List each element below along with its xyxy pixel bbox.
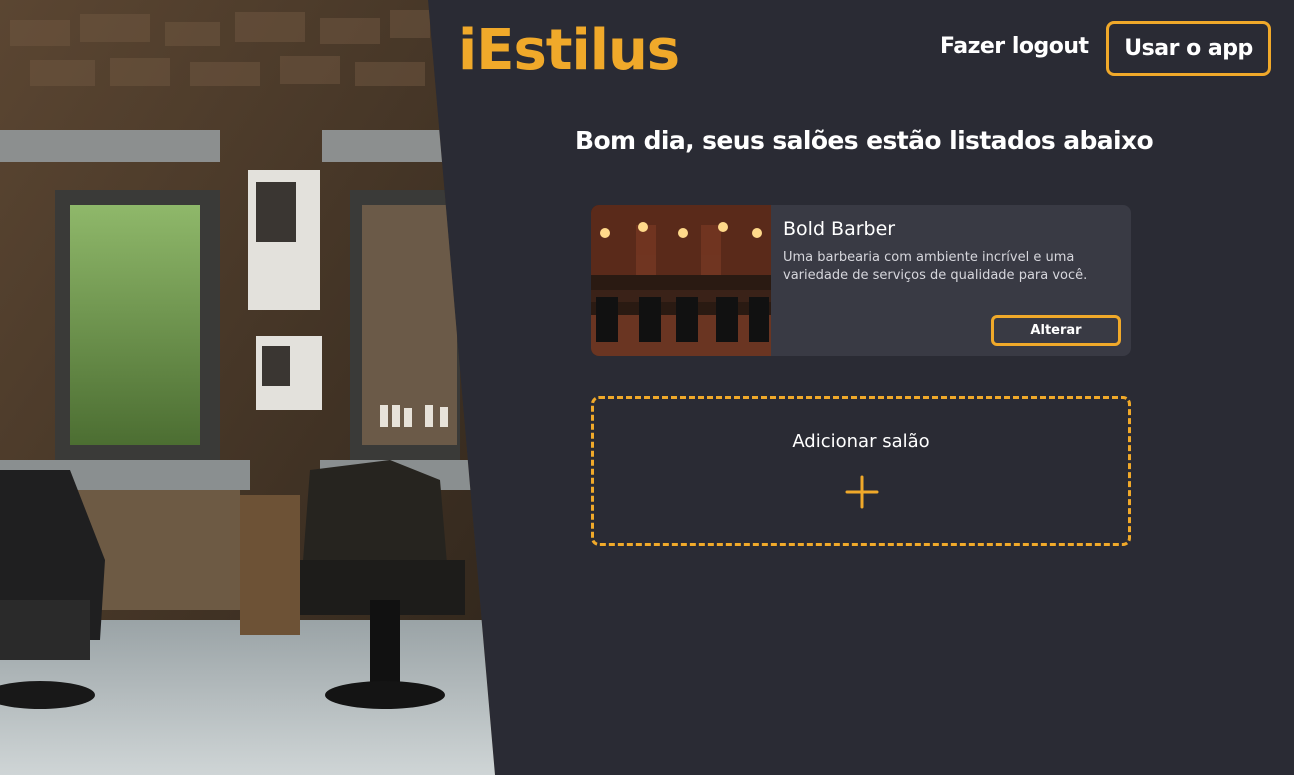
brand-logo[interactable]: iEstilus	[458, 18, 680, 83]
salon-description: Uma barbearia com ambiente incrível e um…	[783, 250, 1088, 283]
edit-salon-button[interactable]: Alterar	[991, 315, 1121, 346]
add-salon-button[interactable]: Adicionar salão	[591, 396, 1131, 546]
page-greeting: Bom dia, seus salões estão listados abai…	[575, 126, 1154, 155]
logout-link[interactable]: Fazer logout	[940, 34, 1089, 59]
plus-icon	[845, 475, 879, 509]
salon-name: Bold Barber	[783, 218, 896, 240]
hero-barbershop-image	[0, 0, 495, 775]
salon-card: Bold Barber Uma barbearia com ambiente i…	[591, 205, 1131, 356]
salon-thumbnail	[591, 205, 771, 356]
add-salon-label: Adicionar salão	[792, 431, 930, 452]
use-app-button[interactable]: Usar o app	[1106, 21, 1271, 76]
